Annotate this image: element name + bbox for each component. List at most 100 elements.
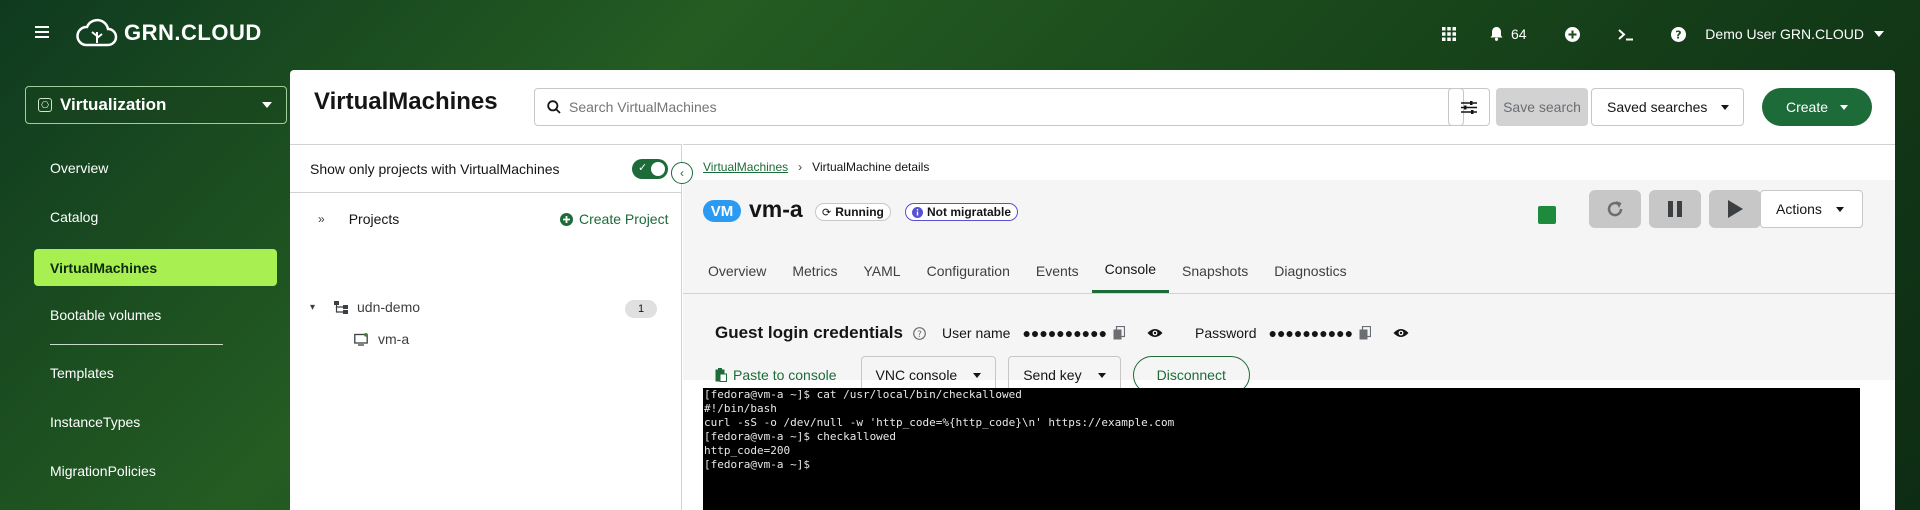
info-icon <box>912 206 923 218</box>
virtualization-icon: ⎔ <box>38 98 52 112</box>
saved-searches-dropdown[interactable]: Saved searches <box>1591 88 1744 126</box>
vm-detail-pane: VirtualMachines › VirtualMachine details… <box>683 144 1895 510</box>
help-icon[interactable]: ? <box>1671 22 1686 46</box>
migration-badge: Not migratable <box>905 203 1019 221</box>
status-label: Running <box>835 205 884 219</box>
console-line: [fedora@vm-a ~]$ <box>704 458 810 471</box>
vm-header: VM vm-a ⟳ Running Not migratable Actions <box>683 180 1895 380</box>
search-box[interactable] <box>534 88 1464 126</box>
copy-icon[interactable] <box>1359 326 1372 340</box>
chevron-down-icon <box>1840 104 1849 110</box>
page-title: VirtualMachines <box>314 88 498 115</box>
tabs-divider <box>683 293 1895 294</box>
brand-logo[interactable]: GRN.CLOUD <box>76 15 262 51</box>
create-project-button[interactable]: Create Project <box>560 203 668 235</box>
tab-diagnostics[interactable]: Diagnostics <box>1261 248 1359 293</box>
console-type-value: VNC console <box>875 367 958 383</box>
tab-events[interactable]: Events <box>1023 248 1092 293</box>
project-tree-pane: Show only projects with VirtualMachines … <box>290 144 682 510</box>
username-value: ●●●●●●●●●● <box>1022 325 1108 341</box>
create-label: Create <box>1785 99 1829 115</box>
masthead: GRN.CLOUD 64 ? Demo User GRN.CLOUD <box>0 0 1920 68</box>
saved-searches-label: Saved searches <box>1607 99 1708 115</box>
tab-configuration[interactable]: Configuration <box>914 248 1023 293</box>
project-name: udn-demo <box>357 299 421 315</box>
tree-item-vm[interactable]: vm-a <box>354 331 409 347</box>
chevron-down-icon <box>1097 372 1106 378</box>
quick-create-plus-icon[interactable] <box>1565 22 1580 46</box>
chevron-down-icon[interactable]: ▾ <box>310 302 326 313</box>
tab-overview[interactable]: Overview <box>695 248 779 293</box>
paste-label: Paste to console <box>733 367 837 383</box>
project-vm-count: 1 <box>625 300 657 318</box>
console-line: curl -sS -o /dev/null -w 'http_code=%{ht… <box>704 416 1175 429</box>
play-button[interactable] <box>1709 190 1761 228</box>
create-project-label: Create Project <box>579 211 669 227</box>
project-icon <box>334 300 348 314</box>
console-line: http_code=200 <box>704 444 791 457</box>
collapse-all-icon[interactable]: » <box>318 212 325 226</box>
bell-icon <box>1490 27 1503 41</box>
collapse-pane-button[interactable]: ‹ <box>671 162 693 184</box>
pause-button[interactable] <box>1649 190 1701 228</box>
nav-item-templates[interactable]: Templates <box>50 365 114 381</box>
app-launcher-icon[interactable] <box>1442 22 1456 46</box>
nav-item-catalog[interactable]: Catalog <box>50 209 98 225</box>
svg-text:?: ? <box>917 329 922 339</box>
password-value: ●●●●●●●●●● <box>1268 325 1354 341</box>
search-input[interactable] <box>569 99 1463 115</box>
terminal-icon[interactable] <box>1618 22 1634 46</box>
username-label: User name <box>942 325 1011 341</box>
user-menu[interactable]: Demo User GRN.CLOUD <box>1705 22 1884 46</box>
tree-item-project[interactable]: ▾ udn-demo <box>310 299 420 315</box>
chevron-down-icon <box>262 102 272 108</box>
breadcrumb-link[interactable]: VirtualMachines <box>703 160 788 174</box>
vm-icon <box>354 332 368 346</box>
vm-title: vm-a <box>749 196 803 222</box>
nav-item-instancetypes[interactable]: InstanceTypes <box>50 414 140 430</box>
chevron-down-icon <box>1874 31 1884 37</box>
nav-item-overview[interactable]: Overview <box>50 160 108 176</box>
restart-button[interactable] <box>1589 190 1641 228</box>
project-filter-row: Show only projects with VirtualMachines … <box>290 145 682 193</box>
notifications-button[interactable]: 64 <box>1490 22 1527 46</box>
nav-item-virtualmachines[interactable]: VirtualMachines <box>34 249 277 286</box>
hamburger-menu-icon[interactable] <box>35 26 49 38</box>
status-badge: ⟳ Running <box>815 203 891 221</box>
project-filter-toggle[interactable]: ✓ <box>632 159 668 179</box>
actions-dropdown[interactable]: Actions <box>1760 190 1863 228</box>
play-icon <box>1728 200 1743 218</box>
nav-item-migrationpolicies[interactable]: MigrationPolicies <box>50 463 156 479</box>
main-panel: VirtualMachines Save search Saved search… <box>290 70 1895 510</box>
tab-yaml[interactable]: YAML <box>850 248 913 293</box>
vnc-console-screen[interactable]: [fedora@vm-a ~]$ cat /usr/local/bin/chec… <box>703 388 1860 510</box>
tab-console[interactable]: Console <box>1091 248 1170 293</box>
eye-icon[interactable] <box>1147 328 1163 338</box>
actions-label: Actions <box>1776 201 1822 217</box>
plus-circle-icon <box>560 212 573 226</box>
help-icon[interactable]: ? <box>913 326 926 340</box>
chevron-down-icon <box>1721 104 1730 110</box>
tab-metrics[interactable]: Metrics <box>779 248 850 293</box>
sync-icon: ⟳ <box>822 206 832 219</box>
sliders-icon <box>1461 100 1477 114</box>
cloud-logo-icon <box>76 18 118 47</box>
copy-icon[interactable] <box>1113 326 1126 340</box>
nav-item-bootable-volumes[interactable]: Bootable volumes <box>50 307 161 323</box>
tab-snapshots[interactable]: Snapshots <box>1169 248 1261 293</box>
advanced-filter-button[interactable] <box>1448 88 1490 126</box>
stop-icon[interactable] <box>1538 206 1556 224</box>
eye-icon[interactable] <box>1393 328 1409 338</box>
perspective-switcher[interactable]: ⎔ Virtualization <box>25 86 287 124</box>
create-button[interactable]: Create <box>1762 88 1872 126</box>
restart-icon <box>1607 201 1623 217</box>
vm-type-badge: VM <box>703 200 741 222</box>
credentials-title: Guest login credentials <box>715 323 903 342</box>
chevron-down-icon <box>1835 206 1844 212</box>
save-search-button[interactable]: Save search <box>1496 88 1588 126</box>
projects-label: Projects <box>348 211 400 227</box>
check-icon: ✓ <box>638 162 648 174</box>
vm-tabs: Overview Metrics YAML Configuration Even… <box>695 248 1360 293</box>
console-line: [fedora@vm-a ~]$ checkallowed <box>704 430 897 443</box>
console-line: #!/bin/bash <box>704 402 777 415</box>
